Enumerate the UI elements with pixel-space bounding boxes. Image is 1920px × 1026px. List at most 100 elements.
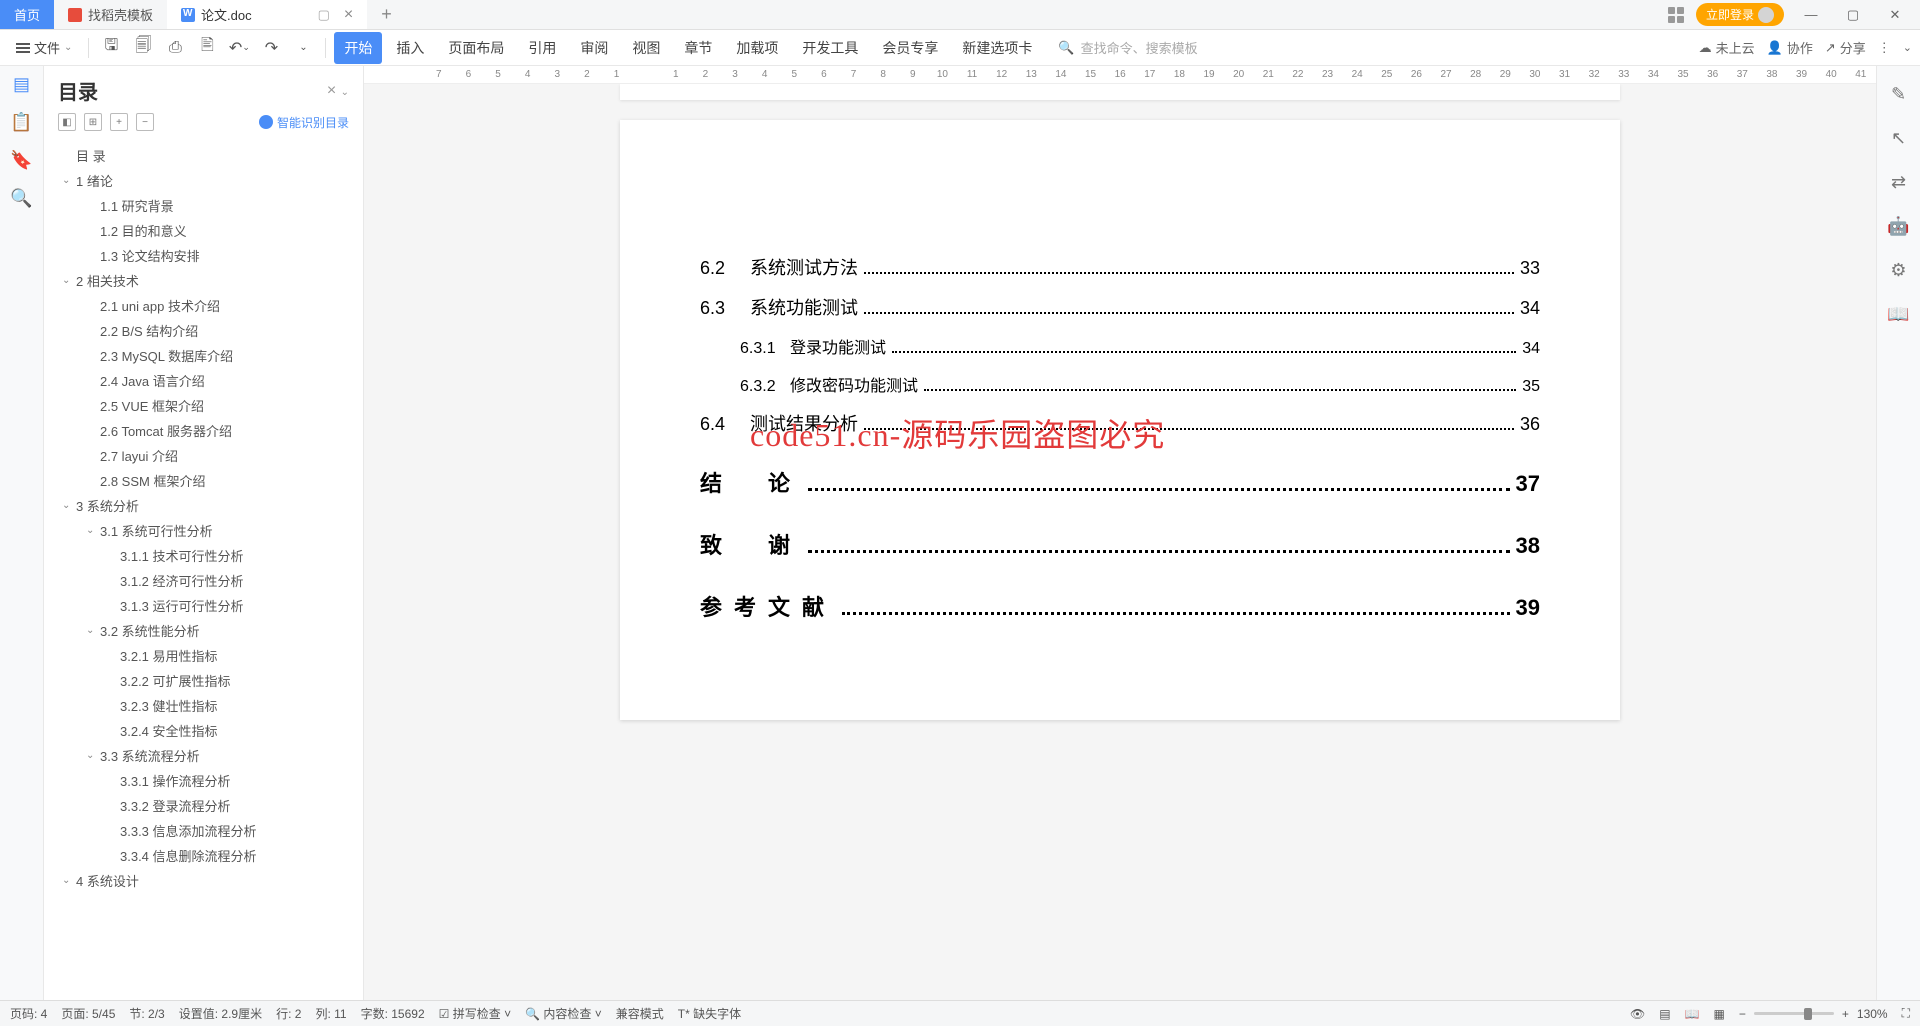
zoom-out-icon[interactable]: − — [1739, 1007, 1746, 1021]
outline-item[interactable]: ⌄3 系统分析 — [58, 493, 355, 518]
menu-reference[interactable]: 引用 — [518, 32, 566, 64]
tab-templates[interactable]: 找稻壳模板 — [54, 0, 167, 29]
cloud-status[interactable]: ☁未上云 — [1699, 38, 1755, 57]
zoom-value[interactable]: 130% — [1857, 1007, 1888, 1021]
status-setval[interactable]: 设置值: 2.9厘米 — [179, 1005, 262, 1022]
outline-item[interactable]: 3.3.2 登录流程分析 — [58, 793, 355, 818]
outline-item[interactable]: ⌄3.3 系统流程分析 — [58, 743, 355, 768]
preview-icon[interactable]: 🖹 — [193, 34, 221, 62]
outline-item[interactable]: 1.1 研究背景 — [58, 193, 355, 218]
outline-item[interactable]: 目 录 — [58, 143, 355, 168]
ruler[interactable]: 7654321123456789101112131415161718192021… — [364, 66, 1876, 84]
page[interactable]: code51.cn-源码乐园盗图必究 6.2系统测试方法336.3系统功能测试3… — [620, 120, 1620, 720]
outline-item[interactable]: 1.2 目的和意义 — [58, 218, 355, 243]
pen-icon[interactable]: ✎ — [1889, 84, 1909, 104]
toc-line[interactable]: 结 论37 — [700, 466, 1540, 498]
collapse-icon[interactable]: ⌄ — [1903, 41, 1912, 54]
share-button[interactable]: ↗分享 — [1825, 38, 1866, 57]
outline-item[interactable]: 3.1.3 运行可行性分析 — [58, 593, 355, 618]
read-icon[interactable]: 📖 — [1889, 304, 1909, 324]
redo-icon[interactable]: ↷ — [257, 34, 285, 62]
status-col[interactable]: 列: 11 — [315, 1005, 346, 1022]
assistant-icon[interactable]: 🤖 — [1889, 216, 1909, 236]
bookmark-icon[interactable]: 🔖 — [12, 150, 32, 170]
menu-insert[interactable]: 插入 — [386, 32, 434, 64]
outline-item[interactable]: 3.3.1 操作流程分析 — [58, 768, 355, 793]
outline-icon[interactable]: ▤ — [12, 74, 32, 94]
outline-item[interactable]: ⌄2 相关技术 — [58, 268, 355, 293]
zoom-control[interactable]: − + 130% — [1739, 1007, 1888, 1021]
menu-review[interactable]: 审阅 — [570, 32, 618, 64]
toc-line[interactable]: 6.3.1登录功能测试34 — [700, 334, 1540, 358]
outline-item[interactable]: 2.8 SSM 框架介绍 — [58, 468, 355, 493]
outline-item[interactable]: 3.2.1 易用性指标 — [58, 643, 355, 668]
outline-item[interactable]: ⌄3.2 系统性能分析 — [58, 618, 355, 643]
view-read-icon[interactable]: 📖 — [1685, 1007, 1700, 1021]
menu-view[interactable]: 视图 — [622, 32, 670, 64]
outline-item[interactable]: 3.1.1 技术可行性分析 — [58, 543, 355, 568]
saveas-icon[interactable]: 🗐 — [129, 34, 157, 62]
apps-icon[interactable] — [1668, 7, 1684, 23]
status-compat[interactable]: 兼容模式 — [616, 1005, 664, 1022]
close-button[interactable]: ✕ — [1880, 1, 1910, 29]
fullscreen-icon[interactable]: ⛶ — [1902, 1006, 1910, 1021]
toc-line[interactable]: 6.3.2修改密码功能测试35 — [700, 372, 1540, 396]
maximize-button[interactable]: ▢ — [1838, 1, 1868, 29]
toc-line[interactable]: 6.4测试结果分析36 — [700, 410, 1540, 436]
outline-close-icon[interactable]: × ⌄ — [327, 82, 349, 100]
cursor-icon[interactable]: ↖ — [1889, 128, 1909, 148]
outline-item[interactable]: 3.2.2 可扩展性指标 — [58, 668, 355, 693]
outline-item[interactable]: 1.3 论文结构安排 — [58, 243, 355, 268]
menu-layout[interactable]: 页面布局 — [438, 32, 514, 64]
dropdown-icon[interactable]: ⌄ — [289, 34, 317, 62]
status-pageno[interactable]: 页码: 4 — [10, 1005, 47, 1022]
menu-newtab[interactable]: 新建选项卡 — [952, 32, 1042, 64]
outline-item[interactable]: 2.2 B/S 结构介绍 — [58, 318, 355, 343]
outline-item[interactable]: ⌄4 系统设计 — [58, 868, 355, 893]
tab-home[interactable]: 首页 — [0, 0, 54, 29]
gear-icon[interactable]: ⚙ — [1889, 260, 1909, 280]
outline-item[interactable]: 2.1 uni app 技术介绍 — [58, 293, 355, 318]
outline-item[interactable]: 3.1.2 经济可行性分析 — [58, 568, 355, 593]
outline-item[interactable]: 2.3 MySQL 数据库介绍 — [58, 343, 355, 368]
outline-tool-2[interactable]: ⊞ — [84, 113, 102, 131]
file-menu[interactable]: 文件⌄ — [8, 34, 80, 61]
outline-item[interactable]: 3.3.4 信息删除流程分析 — [58, 843, 355, 868]
search-box[interactable]: 🔍查找命令、搜索模板 — [1058, 38, 1197, 57]
minimize-button[interactable]: — — [1796, 1, 1826, 29]
menu-member[interactable]: 会员专享 — [872, 32, 948, 64]
outline-item[interactable]: 2.5 VUE 框架介绍 — [58, 393, 355, 418]
clipboard-icon[interactable]: 📋 — [12, 112, 32, 132]
outline-item[interactable]: 3.3.3 信息添加流程分析 — [58, 818, 355, 843]
collab-button[interactable]: 👤协作 — [1767, 38, 1813, 57]
status-content[interactable]: 🔍 内容检查 ˅ — [525, 1005, 602, 1022]
tab-document[interactable]: 论文.doc▢× — [167, 0, 367, 29]
smart-toc-button[interactable]: 智能识别目录 — [259, 114, 349, 131]
outline-item[interactable]: 2.6 Tomcat 服务器介绍 — [58, 418, 355, 443]
view-layout-icon[interactable]: ▤ — [1659, 1007, 1670, 1021]
print-icon[interactable]: ⎙ — [161, 34, 189, 62]
settings-icon[interactable]: ⇄ — [1889, 172, 1909, 192]
toc-line[interactable]: 致 谢38 — [700, 528, 1540, 560]
status-row[interactable]: 行: 2 — [276, 1005, 301, 1022]
menu-section[interactable]: 章节 — [674, 32, 722, 64]
view-web-icon[interactable]: ▦ — [1714, 1007, 1725, 1021]
status-font[interactable]: T* 缺失字体 — [678, 1005, 741, 1022]
find-icon[interactable]: 🔍 — [12, 188, 32, 208]
menu-dev[interactable]: 开发工具 — [792, 32, 868, 64]
save-icon[interactable]: 🖫 — [97, 34, 125, 62]
login-button[interactable]: 立即登录 — [1696, 3, 1784, 26]
toc-line[interactable]: 6.2系统测试方法33 — [700, 254, 1540, 280]
outline-item[interactable]: ⌄3.1 系统可行性分析 — [58, 518, 355, 543]
undo-icon[interactable]: ↶⌄ — [225, 34, 253, 62]
menu-start[interactable]: 开始 — [334, 32, 382, 64]
status-spell[interactable]: ☑ 拼写检查 ˅ — [439, 1005, 511, 1022]
view-eye-icon[interactable]: 👁 — [1630, 1007, 1645, 1021]
zoom-slider[interactable] — [1754, 1012, 1834, 1015]
status-page[interactable]: 页面: 5/45 — [61, 1005, 115, 1022]
outline-tool-4[interactable]: − — [136, 113, 154, 131]
menu-addins[interactable]: 加载项 — [726, 32, 788, 64]
status-section[interactable]: 节: 2/3 — [129, 1005, 164, 1022]
more-icon[interactable]: ⋮ — [1878, 40, 1891, 56]
outline-item[interactable]: 2.4 Java 语言介绍 — [58, 368, 355, 393]
